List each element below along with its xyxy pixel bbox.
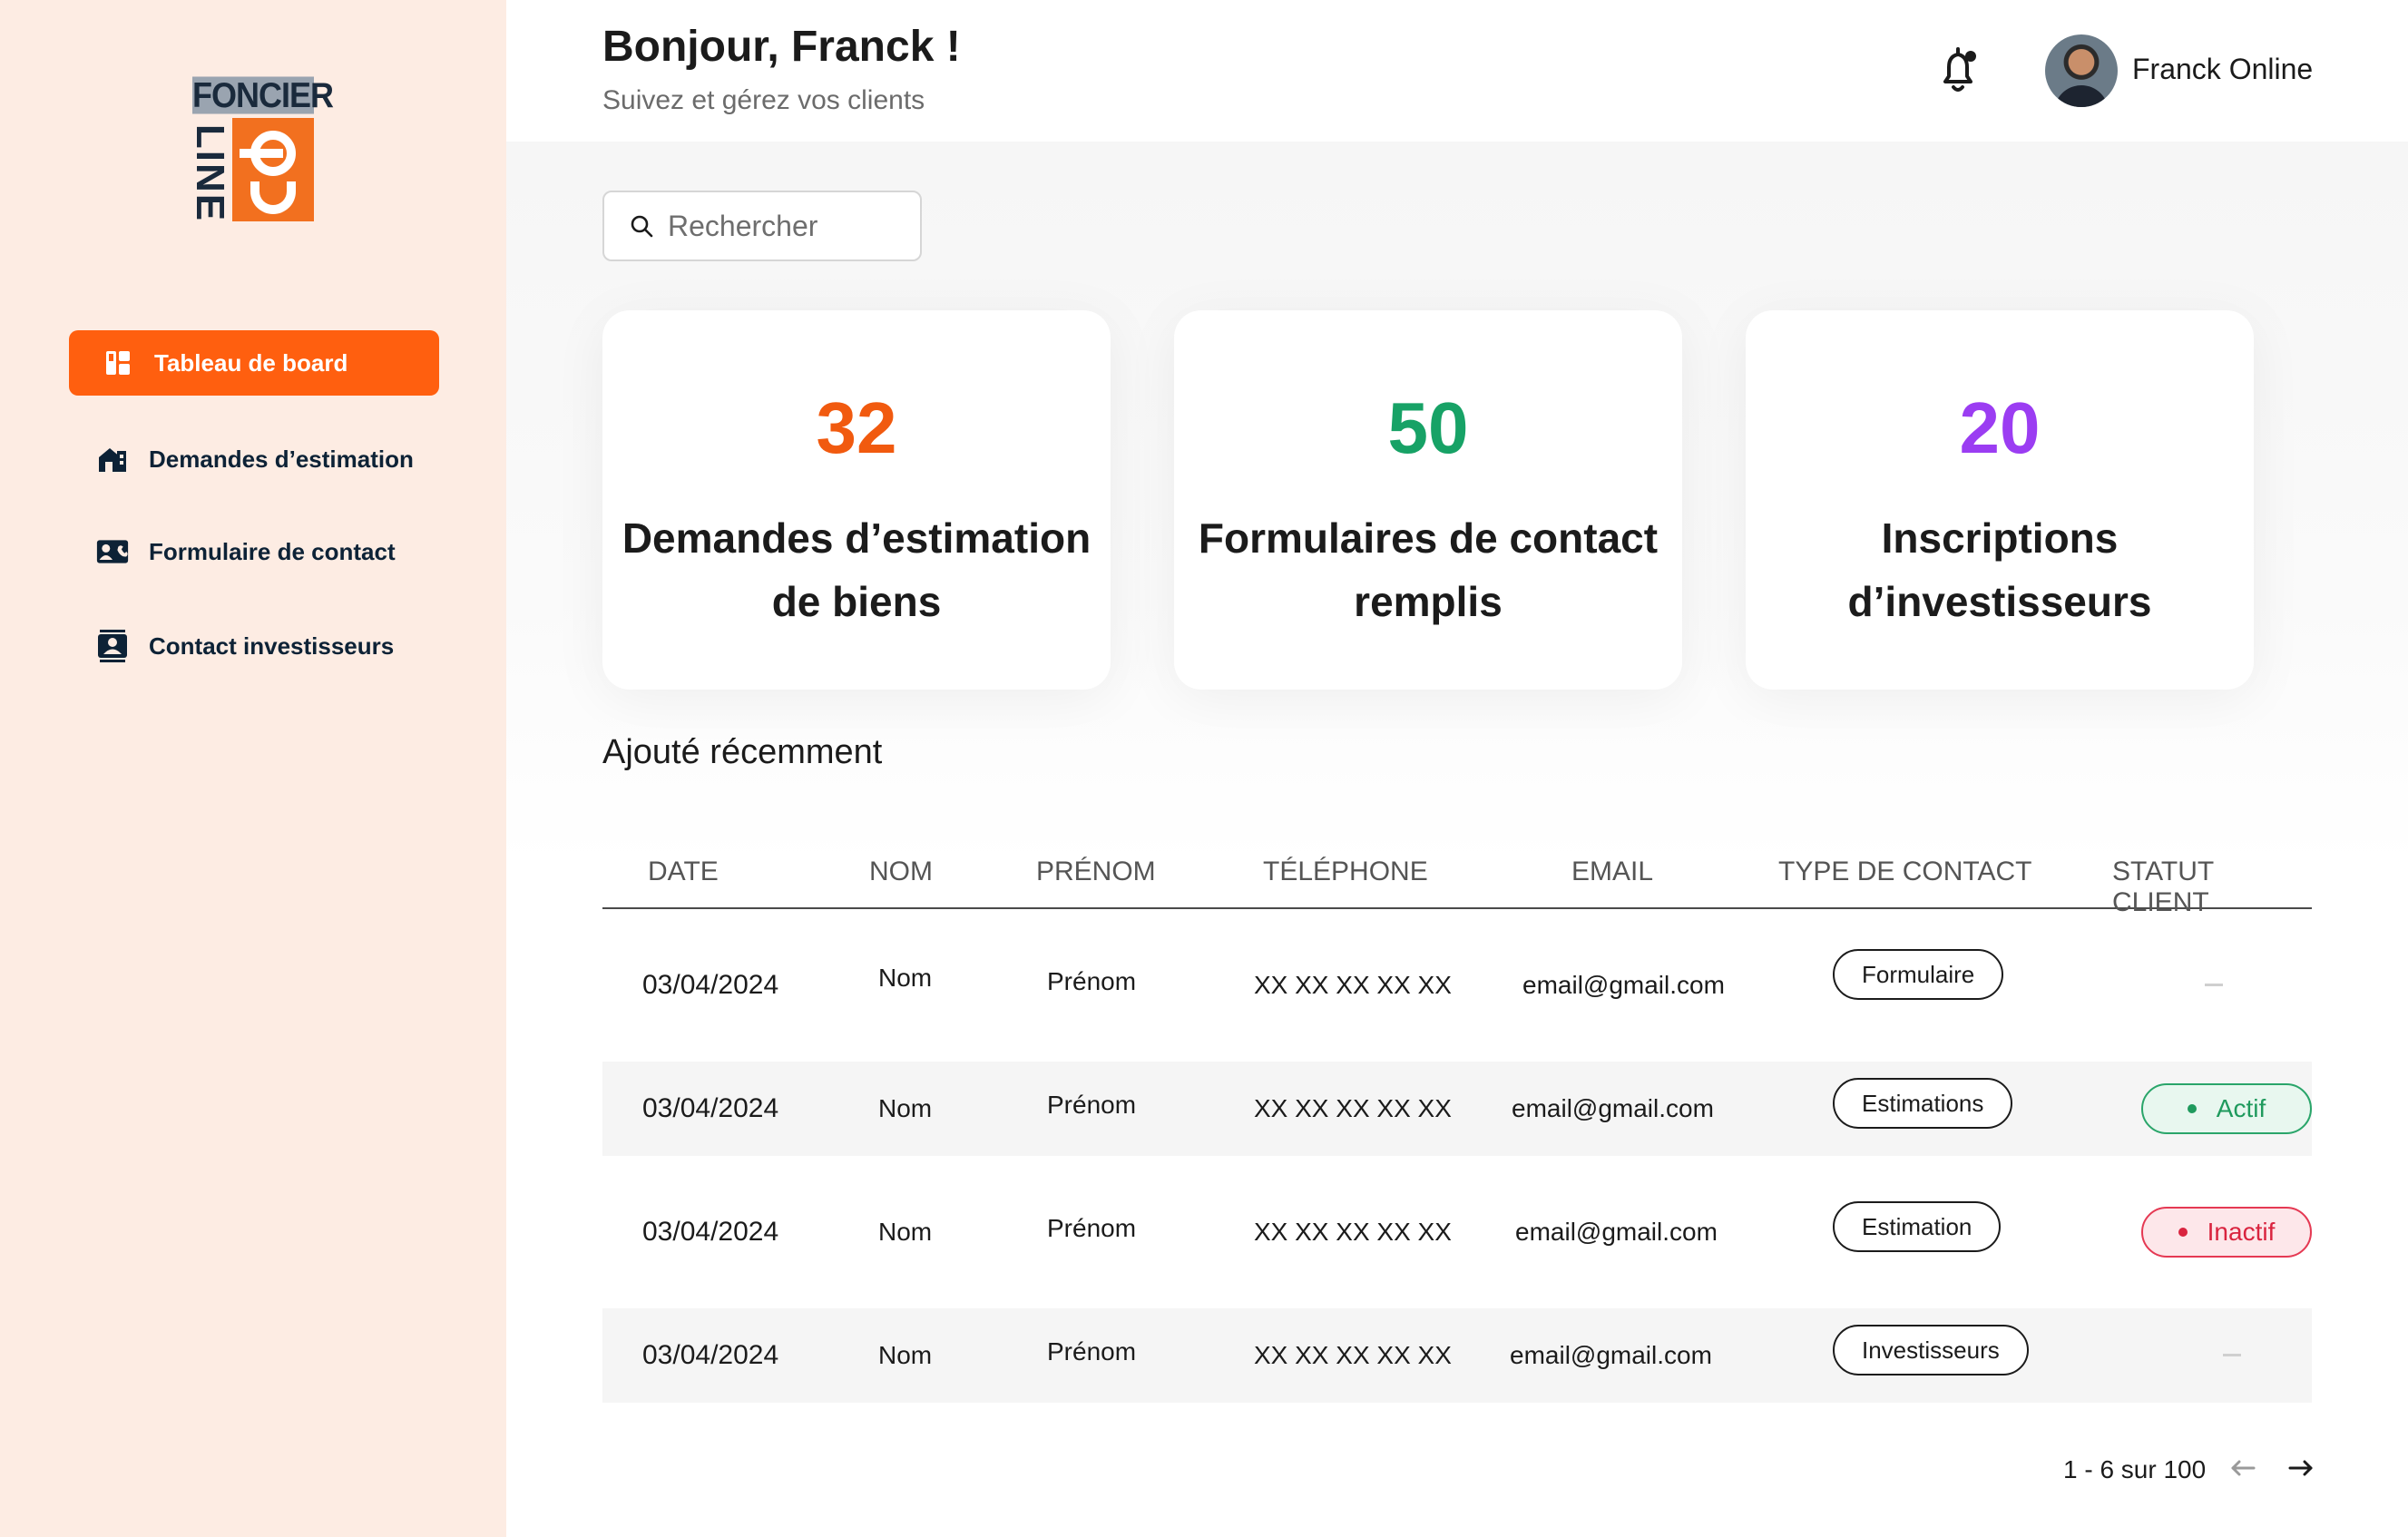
stat-value: 20 <box>1959 387 2041 468</box>
status-badge: Inactif <box>2141 1207 2312 1258</box>
cell-nom: Nom <box>878 1218 933 1246</box>
cell-prenom: Prénom <box>1047 1091 1137 1119</box>
status-empty <box>2223 1354 2241 1356</box>
cell-telephone: XX XX XX XX XX <box>1254 971 1452 999</box>
status-empty <box>2205 984 2223 986</box>
cell-prenom: Prénom <box>1047 967 1137 995</box>
column-header-statut: STATUT CLIENT <box>2112 857 2214 917</box>
search-input[interactable] <box>668 209 904 243</box>
recent-section-title: Ajouté récemment <box>602 733 883 771</box>
brand-logo[interactable]: FONCIER LINE <box>188 74 334 223</box>
status-badge: Actif <box>2141 1083 2312 1134</box>
contact-type-tag: Estimations <box>1833 1078 2013 1129</box>
sidebar-item-label: Formulaire de contact <box>149 537 396 565</box>
dashboard-icon <box>102 348 134 377</box>
column-header-nom: NOM <box>869 857 933 886</box>
stat-label: Demandes d’estimation de biens <box>622 514 1091 625</box>
greeting-title: Bonjour, Franck ! <box>602 23 961 71</box>
search-icon <box>631 215 653 238</box>
stat-label: Formulaires de contact remplis <box>1198 514 1659 625</box>
table-header: DATE NOM PRÉNOM TÉLÉPHONE EMAIL TYPE DE … <box>602 849 2312 917</box>
sidebar-item-label: Demandes d’estimation <box>149 445 414 473</box>
stat-card-contact-forms[interactable]: 50 Formulaires de contact remplis <box>1174 310 1682 690</box>
column-header-telephone: TÉLÉPHONE <box>1263 857 1428 886</box>
cell-telephone: XX XX XX XX XX <box>1254 1218 1452 1246</box>
pagination-label: 1 - 6 sur 100 <box>2063 1455 2207 1483</box>
arrow-left-icon[interactable] <box>2227 1452 2259 1484</box>
stat-value: 32 <box>816 387 897 468</box>
avatar[interactable] <box>2045 34 2118 107</box>
contact-type-tag: Estimation <box>1833 1201 2002 1252</box>
search-box[interactable] <box>602 191 922 261</box>
cell-nom: Nom <box>878 1094 933 1122</box>
column-header-type: TYPE DE CONTACT <box>1778 857 2032 886</box>
table-row[interactable]: 03/04/2024 Nom Prénom XX XX XX XX XX ema… <box>602 1185 2312 1279</box>
cell-prenom: Prénom <box>1047 1214 1137 1242</box>
cell-date: 03/04/2024 <box>642 1093 779 1123</box>
cell-telephone: XX XX XX XX XX <box>1254 1094 1452 1122</box>
sidebar-item-investors[interactable]: Contact investisseurs <box>69 613 439 679</box>
user-name[interactable]: Franck Online <box>2132 53 2313 86</box>
sidebar: FONCIER LINE Tableau de board Demandes d… <box>0 0 506 1537</box>
cell-email: email@gmail.com <box>1512 1094 1714 1122</box>
greeting-subtitle: Suivez et gérez vos clients <box>602 85 925 115</box>
sidebar-item-label: Tableau de board <box>154 348 348 377</box>
logo-top-text: FONCIER <box>192 74 334 115</box>
table-row[interactable]: 03/04/2024 Nom Prénom XX XX XX XX XX ema… <box>602 938 2312 1033</box>
stat-card-estimations[interactable]: 32 Demandes d’estimation de biens <box>602 310 1111 690</box>
top-header: Bonjour, Franck ! Suivez et gérez vos cl… <box>506 0 2408 142</box>
cell-date: 03/04/2024 <box>642 1217 779 1247</box>
cell-nom: Nom <box>878 964 933 992</box>
contact-type-tag: Investisseurs <box>1833 1325 2029 1375</box>
arrow-right-icon[interactable] <box>2285 1452 2317 1484</box>
sidebar-item-label: Contact investisseurs <box>149 631 395 660</box>
contact-type-tag: Formulaire <box>1833 949 2004 1000</box>
contact-book-icon <box>96 630 129 662</box>
cell-email: email@gmail.com <box>1515 1218 1718 1246</box>
cell-telephone: XX XX XX XX XX <box>1254 1341 1452 1369</box>
column-header-prenom: PRÉNOM <box>1036 857 1156 886</box>
sidebar-item-contact-form[interactable]: Formulaire de contact <box>69 519 439 584</box>
stat-value: 50 <box>1387 387 1469 468</box>
bell-icon[interactable] <box>1938 45 1982 96</box>
cell-date: 03/04/2024 <box>642 1340 779 1370</box>
cell-date: 03/04/2024 <box>642 970 779 1000</box>
cell-nom: Nom <box>878 1341 933 1369</box>
logo-line-text: LINE <box>188 123 232 223</box>
column-header-date: DATE <box>648 857 719 886</box>
cell-email: email@gmail.com <box>1510 1341 1712 1369</box>
table-row[interactable]: 03/04/2024 Nom Prénom XX XX XX XX XX ema… <box>602 1308 2312 1403</box>
table-row[interactable]: 03/04/2024 Nom Prénom XX XX XX XX XX ema… <box>602 1062 2312 1156</box>
stat-label: Inscriptions d’investisseurs <box>1847 514 2152 625</box>
cell-prenom: Prénom <box>1047 1337 1137 1366</box>
column-header-email: EMAIL <box>1571 857 1654 886</box>
main-content: 32 Demandes d’estimation de biens 50 For… <box>506 142 2408 1537</box>
cell-email: email@gmail.com <box>1522 971 1725 999</box>
house-icon <box>96 445 129 474</box>
contact-card-icon <box>96 537 129 566</box>
stat-card-investors[interactable]: 20 Inscriptions d’investisseurs <box>1746 310 2254 690</box>
logo-on-mark <box>232 118 314 221</box>
sidebar-item-estimations[interactable]: Demandes d’estimation <box>69 426 439 492</box>
sidebar-item-dashboard[interactable]: Tableau de board <box>69 330 439 396</box>
